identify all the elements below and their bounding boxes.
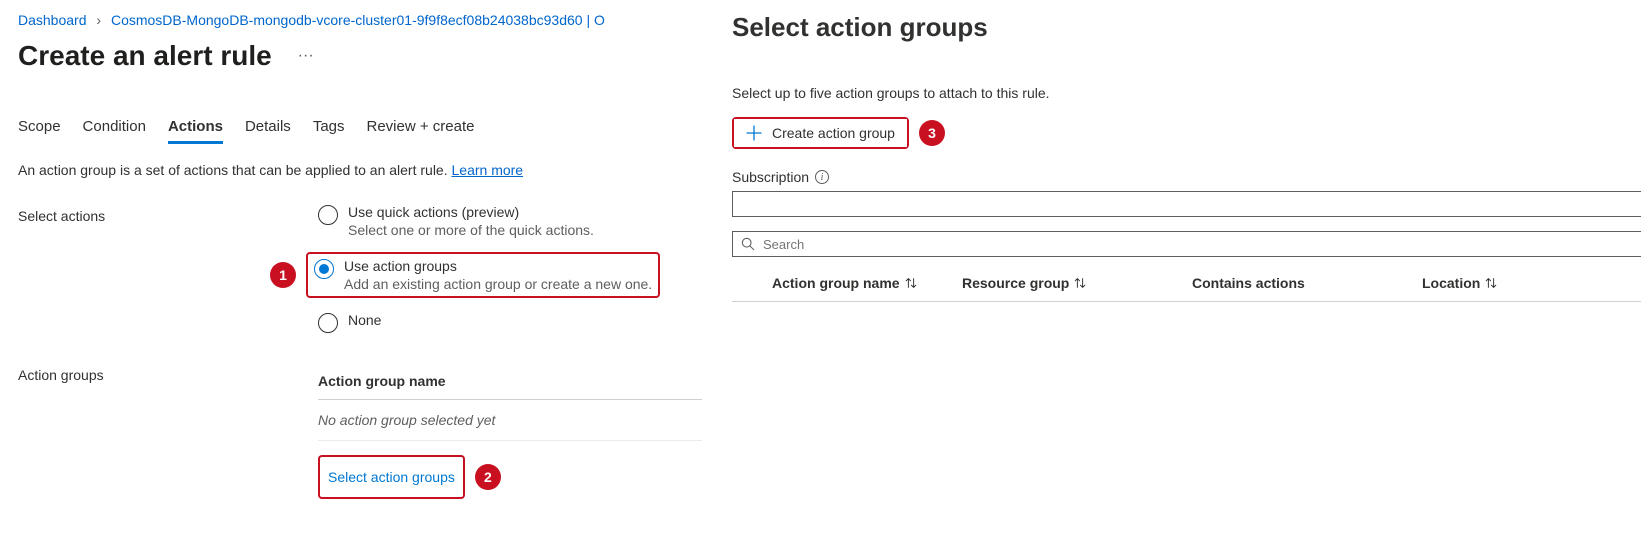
callout-badge-3: 3: [919, 120, 945, 146]
radio-quick-actions[interactable]: Use quick actions (preview) Select one o…: [318, 204, 702, 238]
page-title: Create an alert rule: [18, 40, 272, 72]
callout-3-wrap: Create action group 3: [732, 117, 1641, 149]
radio-use-action-groups-sub: Add an existing action group or create a…: [344, 276, 652, 292]
subscription-input[interactable]: [732, 191, 1641, 217]
callout-box-1: Use action groups Add an existing action…: [306, 252, 660, 298]
callout-2-wrap: Select action groups 2: [318, 455, 702, 499]
action-groups-label: Action groups: [18, 363, 318, 383]
tab-tags[interactable]: Tags: [313, 112, 345, 144]
radio-none-title: None: [348, 312, 381, 328]
create-action-group-label: Create action group: [772, 125, 895, 141]
sort-icon: [1073, 276, 1087, 290]
sort-icon: [1484, 276, 1498, 290]
callout-box-2: Select action groups: [318, 455, 465, 499]
select-action-groups-link[interactable]: Select action groups: [328, 459, 455, 495]
breadcrumb-resource-link[interactable]: CosmosDB-MongoDB-mongodb-vcore-cluster01…: [111, 12, 605, 28]
more-actions-button[interactable]: ···: [292, 44, 320, 68]
sort-icon: [904, 276, 918, 290]
tab-actions[interactable]: Actions: [168, 112, 223, 144]
breadcrumb: Dashboard › CosmosDB-MongoDB-mongodb-vco…: [18, 12, 702, 28]
tab-scope[interactable]: Scope: [18, 112, 61, 144]
actions-description: An action group is a set of actions that…: [18, 162, 702, 178]
col-contains-actions[interactable]: Contains actions: [1192, 275, 1422, 291]
info-icon[interactable]: i: [815, 170, 829, 184]
action-groups-section: Action groups Action group name No actio…: [18, 363, 702, 499]
col-location[interactable]: Location: [1422, 275, 1602, 291]
tabs: Scope Condition Actions Details Tags Rev…: [18, 112, 702, 144]
actions-description-text: An action group is a set of actions that…: [18, 162, 452, 178]
create-action-group-button[interactable]: Create action group: [734, 119, 907, 147]
breadcrumb-dashboard-link[interactable]: Dashboard: [18, 12, 87, 28]
radio-quick-actions-sub: Select one or more of the quick actions.: [348, 222, 594, 238]
action-group-name-col: Action group name: [318, 363, 702, 400]
search-input[interactable]: [763, 237, 1633, 252]
radio-quick-actions-title: Use quick actions (preview): [348, 204, 594, 220]
search-container: [732, 231, 1641, 257]
col-location-label: Location: [1422, 275, 1480, 291]
select-action-groups-panel: Select action groups Select up to five a…: [732, 0, 1641, 302]
page-title-row: Create an alert rule ···: [18, 40, 702, 72]
callout-1-wrap: 1 Use action groups Add an existing acti…: [270, 252, 702, 298]
tab-review-create[interactable]: Review + create: [367, 112, 475, 144]
col-action-group-name-label: Action group name: [772, 275, 900, 291]
radio-selected-dot: [319, 264, 329, 274]
col-resource-group[interactable]: Resource group: [962, 275, 1192, 291]
radio-use-action-groups-title: Use action groups: [344, 258, 652, 274]
radio-none[interactable]: None: [318, 312, 702, 333]
select-actions-section: Select actions Use quick actions (previe…: [18, 204, 702, 333]
col-resource-group-label: Resource group: [962, 275, 1069, 291]
grid-header: Action group name Resource group Contain…: [732, 275, 1641, 302]
select-actions-radio-group: Use quick actions (preview) Select one o…: [318, 204, 702, 333]
subscription-row: Subscription i: [732, 169, 1641, 185]
panel-title: Select action groups: [732, 12, 1641, 43]
select-actions-label: Select actions: [18, 204, 318, 224]
callout-badge-1: 1: [270, 262, 296, 288]
action-group-empty-state: No action group selected yet: [318, 400, 702, 441]
radio-use-action-groups[interactable]: Use action groups Add an existing action…: [314, 258, 652, 292]
radio-none-circle: [318, 313, 338, 333]
learn-more-link[interactable]: Learn more: [452, 162, 524, 178]
radio-use-action-groups-circle: [314, 259, 334, 279]
col-contains-actions-label: Contains actions: [1192, 275, 1305, 291]
search-icon: [741, 237, 755, 251]
col-action-group-name[interactable]: Action group name: [732, 275, 962, 291]
radio-quick-actions-circle: [318, 205, 338, 225]
plus-icon: [746, 125, 762, 141]
callout-badge-2: 2: [475, 464, 501, 490]
main-pane: Dashboard › CosmosDB-MongoDB-mongodb-vco…: [0, 0, 720, 541]
panel-description: Select up to five action groups to attac…: [732, 85, 1641, 101]
tab-condition[interactable]: Condition: [83, 112, 146, 144]
subscription-label: Subscription: [732, 169, 809, 185]
tab-details[interactable]: Details: [245, 112, 291, 144]
breadcrumb-separator: ›: [96, 12, 101, 28]
callout-box-3: Create action group: [732, 117, 909, 149]
